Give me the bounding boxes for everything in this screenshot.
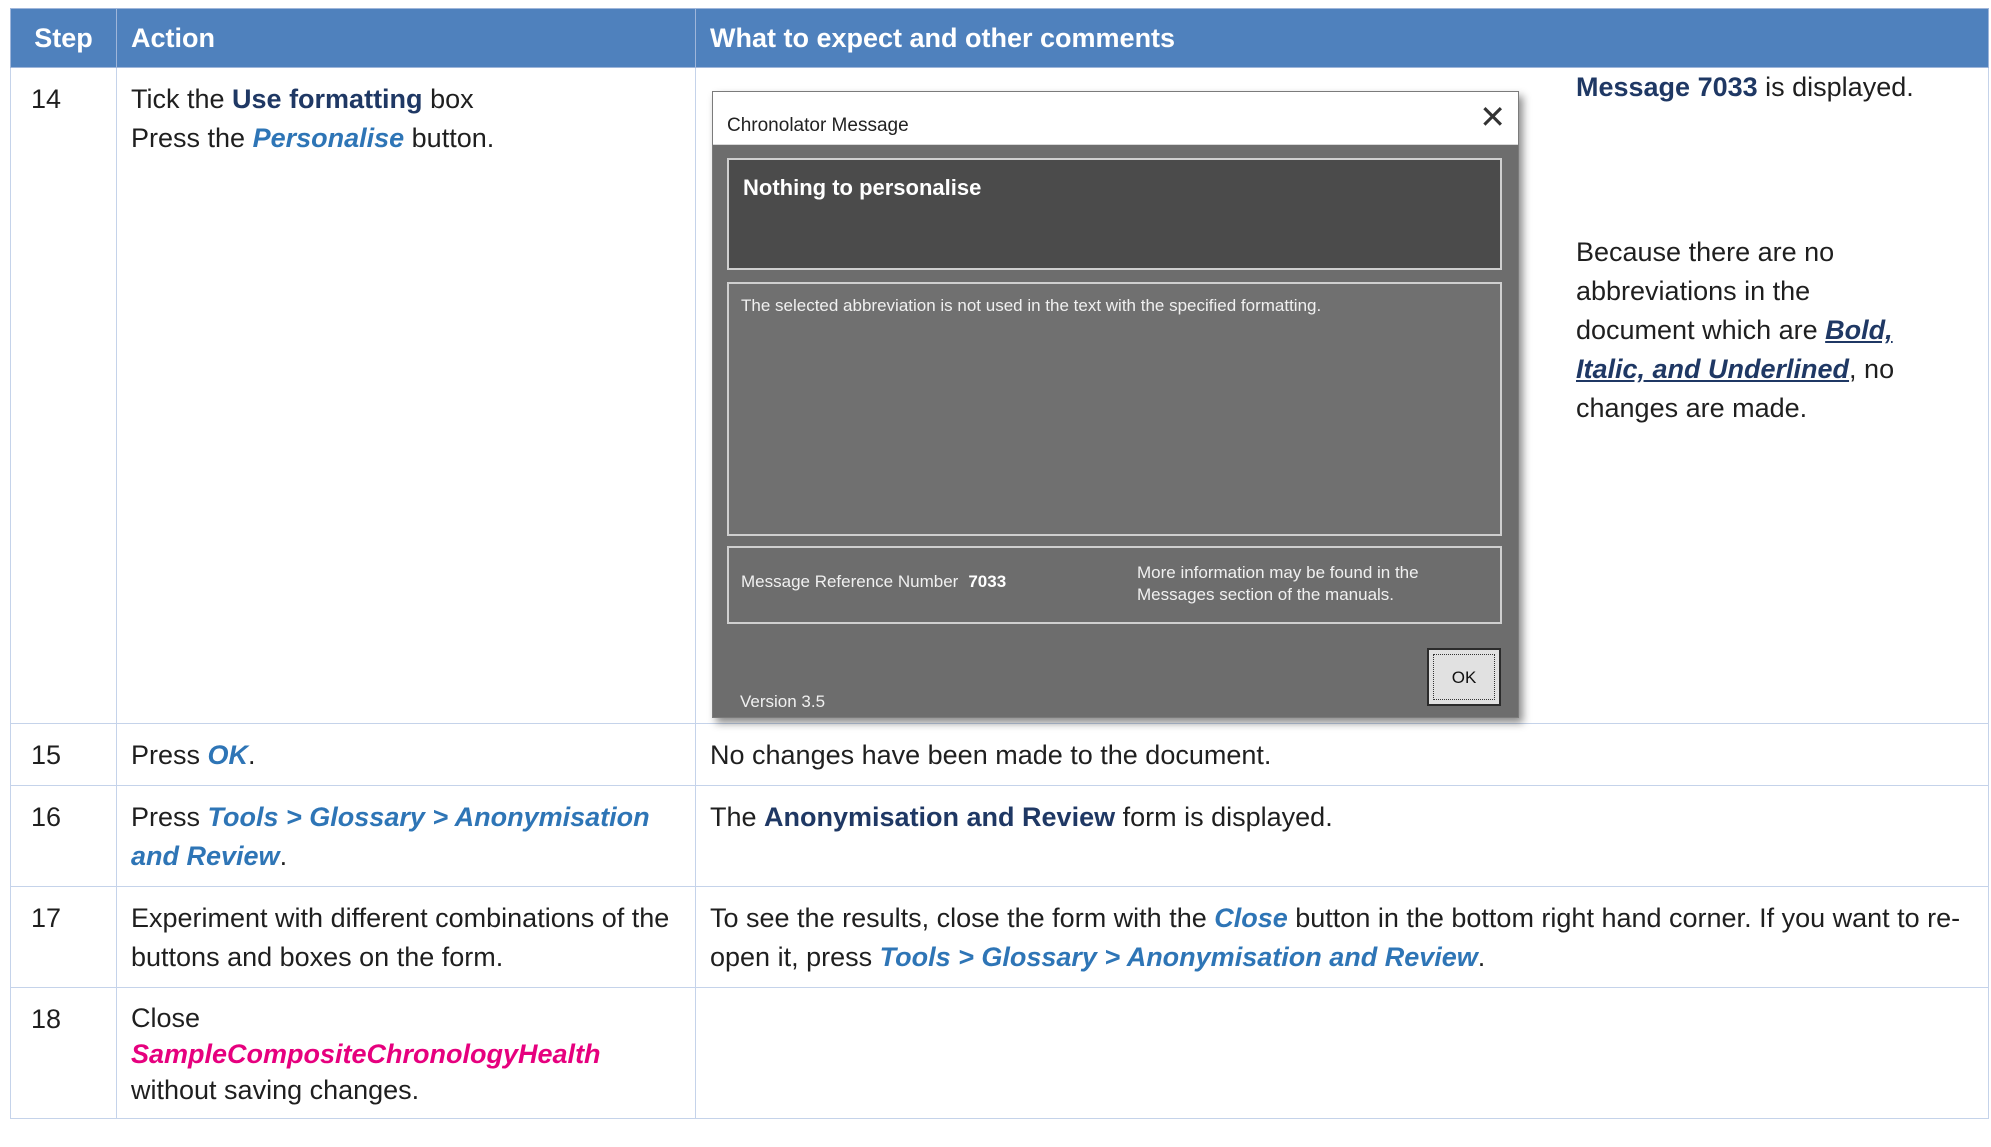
comment-para-1: Message 7033 is displayed.	[1576, 68, 1936, 107]
form-name: Anonymisation and Review	[764, 802, 1116, 832]
reference-info: More information may be found in the Mes…	[1137, 563, 1419, 604]
comment-cell: No changes have been made to the documen…	[695, 723, 1989, 786]
action-cell: Press Tools > Glossary > Anonymisation a…	[116, 785, 696, 887]
step-number: 14	[10, 67, 117, 724]
action-text: button.	[404, 123, 495, 153]
dialog-title: Chronolator Message	[727, 115, 909, 136]
step-number: 16	[10, 785, 117, 887]
row-14-comment: Message 7033 is displayed. Because there…	[1576, 68, 1936, 428]
table-row: 18 Close SampleCompositeChronologyHealth…	[10, 987, 1989, 1119]
step-column-header: Step	[10, 8, 117, 68]
message-dialog: Chronolator Message ✕ Nothing to persona…	[712, 91, 1519, 718]
comment-text: To see the results, close the form with …	[710, 903, 1215, 933]
anonymisation-menu-path-link[interactable]: Tools > Glossary > Anonymisation and Rev…	[880, 942, 1478, 972]
action-text: box	[422, 84, 474, 114]
reference-label: Message Reference Number 7033	[741, 562, 1006, 601]
comment-text: is displayed.	[1757, 72, 1914, 102]
comment-cell: To see the results, close the form with …	[695, 886, 1989, 988]
comments-column-header: What to expect and other comments	[695, 8, 1989, 68]
ok-button[interactable]: OK	[1427, 648, 1501, 706]
ok-link[interactable]: OK	[208, 740, 249, 770]
action-column-header: Action	[116, 8, 696, 68]
table-row: 15 Press OK. No changes have been made t…	[10, 723, 1989, 786]
action-text: Press	[131, 802, 208, 832]
action-cell: Tick the Use formatting box Press the Pe…	[116, 67, 696, 724]
dialog-screenshot-area: Chronolator Message ✕ Nothing to persona…	[696, 68, 1988, 723]
action-cell: Press OK.	[116, 723, 696, 786]
table-row: 16 Press Tools > Glossary > Anonymisatio…	[10, 785, 1989, 887]
reference-number: 7033	[968, 572, 1007, 591]
table-row: 17 Experiment with different combination…	[10, 886, 1989, 988]
comment-text: form is displayed.	[1115, 802, 1333, 832]
action-text: without saving changes.	[131, 1075, 420, 1105]
dialog-message-panel: The selected abbreviation is not used in…	[727, 282, 1502, 536]
comment-cell	[695, 987, 1989, 1119]
action-text: Tick the	[131, 84, 233, 114]
comment-cell: The Anonymisation and Review form is dis…	[695, 785, 1989, 887]
step-number: 15	[10, 723, 117, 786]
action-text: .	[248, 740, 256, 770]
action-text: .	[279, 841, 288, 871]
dialog-reference-panel: Message Reference Number 7033 More inform…	[727, 546, 1502, 624]
dialog-titlebar: Chronolator Message ✕	[713, 92, 1518, 145]
step-number: 17	[10, 886, 117, 988]
dialog-message: The selected abbreviation is not used in…	[741, 296, 1322, 315]
close-icon[interactable]: ✕	[1479, 98, 1506, 137]
action-cell: Close SampleCompositeChronologyHealth wi…	[116, 987, 696, 1119]
comment-text: Because there are no abbreviations in th…	[1576, 237, 1835, 345]
table-row: 14 Tick the Use formatting box Press the…	[10, 67, 1989, 724]
document-name: SampleCompositeChronologyHealth	[131, 1039, 601, 1069]
action-cell: Experiment with different combinations o…	[116, 886, 696, 988]
comment-text: The	[710, 802, 765, 832]
action-text: Close	[131, 1003, 201, 1033]
comment-para-2: Because there are no abbreviations in th…	[1576, 233, 1936, 428]
header-row: Step Action What to expect and other com…	[10, 8, 1989, 68]
message-number: Message 7033	[1576, 72, 1758, 102]
dialog-heading-panel: Nothing to personalise	[727, 158, 1502, 270]
use-formatting-label: Use formatting	[232, 84, 423, 114]
version-label: Version 3.5	[740, 692, 826, 711]
comment-cell: Chronolator Message ✕ Nothing to persona…	[695, 67, 1989, 724]
steps-table: Step Action What to expect and other com…	[10, 8, 1989, 1119]
close-link[interactable]: Close	[1214, 903, 1288, 933]
action-text: Press	[131, 740, 208, 770]
personalise-link[interactable]: Personalise	[253, 123, 405, 153]
reference-label-text: Message Reference Number	[741, 572, 959, 591]
anonymisation-menu-path-link[interactable]: Tools > Glossary > Anonymisation and Rev…	[131, 802, 650, 871]
comment-text: .	[1477, 942, 1486, 972]
dialog-heading: Nothing to personalise	[743, 175, 982, 200]
action-text: Press the	[131, 123, 253, 153]
step-number: 18	[10, 987, 117, 1119]
